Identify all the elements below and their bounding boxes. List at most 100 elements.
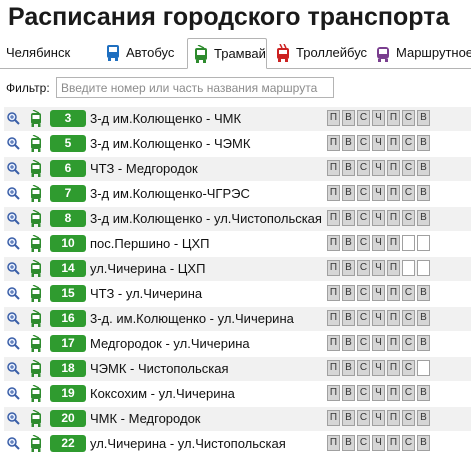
route-number-badge[interactable]: 7 [50, 185, 86, 202]
weekday-box[interactable]: В [342, 260, 355, 276]
weekday-box[interactable]: П [327, 435, 340, 451]
tab-tram[interactable]: Трамвай [187, 38, 267, 69]
weekday-box[interactable]: В [417, 335, 430, 351]
weekday-box[interactable]: П [387, 135, 400, 151]
route-name[interactable]: ЧМК - Медгородок [90, 411, 201, 426]
weekday-box[interactable]: С [357, 435, 370, 451]
weekday-box[interactable]: П [387, 285, 400, 301]
weekday-box[interactable]: В [417, 285, 430, 301]
route-row[interactable]: 15 ЧТЗ - ул.Чичерина П В С Ч П С В [4, 282, 471, 307]
route-filter-input[interactable] [56, 77, 334, 98]
weekday-box[interactable]: В [417, 410, 430, 426]
route-number-badge[interactable]: 15 [50, 285, 86, 302]
zoom-icon[interactable] [6, 336, 20, 350]
route-number-badge[interactable]: 6 [50, 160, 86, 177]
weekday-box[interactable]: С [402, 335, 415, 351]
route-row[interactable]: 18 ЧЭМК - Чистопольская П В С Ч П С [4, 357, 471, 382]
route-name[interactable]: 3-д им.Колющенко-ЧГРЭС [90, 186, 250, 201]
route-row[interactable]: 10 пос.Першино - ЦХП П В С Ч П [4, 232, 471, 257]
weekday-box[interactable]: С [402, 360, 415, 376]
weekday-box[interactable]: С [402, 185, 415, 201]
route-name[interactable]: Медгородок - ул.Чичерина [90, 336, 250, 351]
weekday-box[interactable]: С [357, 185, 370, 201]
tab-trolleybus[interactable]: Троллейбус [270, 38, 368, 67]
weekday-box[interactable]: С [402, 110, 415, 126]
route-row[interactable]: 14 ул.Чичерина - ЦХП П В С Ч П [4, 257, 471, 282]
weekday-box[interactable]: Ч [372, 160, 385, 176]
route-name[interactable]: ЧЭМК - Чистопольская [90, 361, 229, 376]
weekday-box[interactable]: В [417, 160, 430, 176]
weekday-box[interactable]: В [342, 210, 355, 226]
weekday-box[interactable]: В [342, 360, 355, 376]
route-row[interactable]: 16 3-д. им.Колющенко - ул.Чичерина П В С Ч П С В [4, 307, 471, 332]
weekday-box[interactable]: П [387, 360, 400, 376]
zoom-icon[interactable] [6, 436, 20, 450]
route-name[interactable]: 3-д им.Колющенко - ЧЭМК [90, 136, 250, 151]
weekday-box[interactable]: Ч [372, 135, 385, 151]
route-number-badge[interactable]: 20 [50, 410, 86, 427]
weekday-box[interactable]: П [387, 335, 400, 351]
weekday-box[interactable]: П [387, 410, 400, 426]
weekday-box[interactable]: С [357, 335, 370, 351]
route-number-badge[interactable]: 18 [50, 360, 86, 377]
weekday-box[interactable]: С [357, 360, 370, 376]
weekday-box[interactable]: В [417, 210, 430, 226]
weekday-box[interactable]: Ч [372, 385, 385, 401]
route-row[interactable]: 3 3-д им.Колющенко - ЧМК П В С Ч П С В [4, 107, 471, 132]
route-row[interactable]: 7 3-д им.Колющенко-ЧГРЭС П В С Ч П С В [4, 182, 471, 207]
weekday-box[interactable]: П [327, 335, 340, 351]
weekday-box[interactable]: П [327, 160, 340, 176]
weekday-box[interactable]: С [357, 235, 370, 251]
weekday-box[interactable]: В [417, 110, 430, 126]
zoom-icon[interactable] [6, 386, 20, 400]
zoom-icon[interactable] [6, 186, 20, 200]
weekday-box[interactable]: С [402, 385, 415, 401]
weekday-box[interactable]: П [387, 160, 400, 176]
weekday-box[interactable]: С [402, 435, 415, 451]
weekday-box[interactable]: Ч [372, 110, 385, 126]
weekday-box[interactable]: П [387, 210, 400, 226]
weekday-box[interactable]: Ч [372, 260, 385, 276]
weekday-box[interactable]: С [357, 210, 370, 226]
route-number-badge[interactable]: 8 [50, 210, 86, 227]
weekday-box[interactable]: П [327, 410, 340, 426]
weekday-box[interactable]: В [417, 385, 430, 401]
route-row[interactable]: 6 ЧТЗ - Медгородок П В С Ч П С В [4, 157, 471, 182]
route-number-badge[interactable]: 14 [50, 260, 86, 277]
weekday-box[interactable]: В [342, 410, 355, 426]
weekday-box[interactable]: В [417, 310, 430, 326]
weekday-box[interactable]: В [342, 385, 355, 401]
zoom-icon[interactable] [6, 286, 20, 300]
route-row[interactable]: 19 Коксохим - ул.Чичерина П В С Ч П С В [4, 382, 471, 407]
weekday-box[interactable]: Ч [372, 435, 385, 451]
weekday-box[interactable]: С [402, 285, 415, 301]
weekday-box[interactable]: П [387, 385, 400, 401]
zoom-icon[interactable] [6, 311, 20, 325]
route-row[interactable]: 17 Медгородок - ул.Чичерина П В С Ч П С В [4, 332, 471, 357]
weekday-box[interactable]: П [327, 260, 340, 276]
tab-bus[interactable]: Автобус [100, 38, 184, 67]
weekday-box[interactable]: Ч [372, 210, 385, 226]
route-name[interactable]: ул.Чичерина - ул.Чистопольская [90, 436, 286, 451]
weekday-box[interactable]: В [342, 285, 355, 301]
weekday-box[interactable]: С [357, 285, 370, 301]
weekday-box[interactable]: Ч [372, 360, 385, 376]
zoom-icon[interactable] [6, 136, 20, 150]
zoom-icon[interactable] [6, 161, 20, 175]
weekday-box[interactable]: П [387, 310, 400, 326]
route-number-badge[interactable]: 10 [50, 235, 86, 252]
weekday-box[interactable]: П [387, 235, 400, 251]
tab-city[interactable]: Челябинск [0, 38, 96, 67]
zoom-icon[interactable] [6, 261, 20, 275]
weekday-box[interactable]: П [387, 185, 400, 201]
route-row[interactable]: 20 ЧМК - Медгородок П В С Ч П С В [4, 407, 471, 432]
route-name[interactable]: 3-д им.Колющенко - ЧМК [90, 111, 241, 126]
weekday-box[interactable]: П [327, 310, 340, 326]
route-name[interactable]: ЧТЗ - Медгородок [90, 161, 198, 176]
zoom-icon[interactable] [6, 211, 20, 225]
route-number-badge[interactable]: 5 [50, 135, 86, 152]
weekday-box[interactable]: С [357, 310, 370, 326]
weekday-box[interactable]: Ч [372, 285, 385, 301]
weekday-box[interactable]: П [327, 135, 340, 151]
weekday-box[interactable]: В [342, 110, 355, 126]
